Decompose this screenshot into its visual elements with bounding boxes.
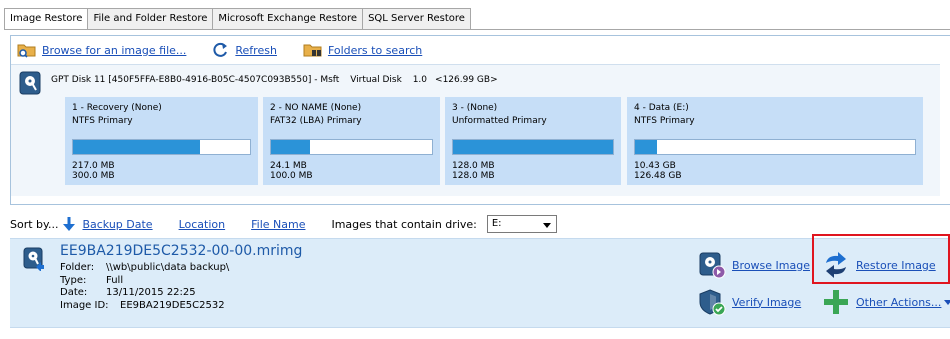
disk-name: GPT Disk 11 [450F5FFA-E8B0-4916-B05C-450… [51, 75, 340, 85]
type-value: Full [106, 274, 124, 286]
tab-file-folder-restore[interactable]: File and Folder Restore [88, 8, 214, 30]
refresh-button[interactable]: Refresh [212, 42, 277, 58]
partition-used: 24.1 MB [270, 161, 307, 171]
disk-version: 1.0 [412, 75, 428, 85]
chevron-down-icon [542, 223, 551, 228]
browse-image-link[interactable]: Browse Image [732, 259, 810, 272]
disk-header: GPT Disk 11 [450F5FFA-E8B0-4916-B05C-450… [51, 75, 506, 85]
partition-total: 126.48 GB [634, 171, 682, 181]
partition-total: 100.0 MB [270, 171, 313, 181]
image-filename: EE9BA219DE5C2532-00-00.mrimg [60, 243, 303, 259]
refresh-icon [213, 42, 228, 57]
partition-type: Unformatted Primary [452, 116, 547, 126]
image-id-label: Image ID: [60, 299, 109, 311]
partition-1[interactable]: 1 - Recovery (None) NTFS Primary 217.0 M… [65, 97, 258, 185]
sort-down-arrow-icon [63, 217, 76, 231]
partition-usage-bar [72, 139, 251, 155]
partition-title: 2 - NO NAME (None) [270, 103, 362, 113]
disk-size: <126.99 GB> [435, 75, 498, 85]
toolbar: Browse for an image file... Refresh Fold… [17, 40, 448, 60]
disk-panel: Browse for an image file... Refresh Fold… [10, 35, 950, 205]
partition-usage-bar [270, 139, 433, 155]
partition-title: 3 - (None) [452, 103, 498, 113]
date-label: Date: [60, 287, 88, 298]
partition-title: 1 - Recovery (None) [72, 103, 162, 113]
partition-type: NTFS Primary [72, 116, 133, 126]
type-label: Type: [60, 274, 87, 286]
other-actions-link[interactable]: Other Actions... [856, 296, 941, 309]
tab-sql-restore[interactable]: SQL Server Restore [363, 8, 471, 30]
folders-to-search-button[interactable]: Folders to search [303, 42, 422, 58]
drive-filter-label: Images that contain drive: [331, 217, 477, 231]
folders-binoculars-icon [303, 44, 322, 57]
other-actions-button[interactable]: Other Actions... [822, 288, 950, 316]
partition-2[interactable]: 2 - NO NAME (None) FAT32 (LBA) Primary 2… [263, 97, 440, 185]
tab-image-restore[interactable]: Image Restore [4, 8, 89, 30]
tab-exchange-restore[interactable]: Microsoft Exchange Restore [213, 8, 364, 30]
browse-image-file-button[interactable]: Browse for an image file... [17, 42, 186, 58]
partition-used: 217.0 MB [72, 161, 115, 171]
restore-image-highlight [812, 234, 950, 284]
partition-used: 128.0 MB [452, 161, 495, 171]
sort-by-label: Sort by... [10, 217, 59, 231]
partition-3[interactable]: 3 - (None) Unformatted Primary 128.0 MB … [445, 97, 621, 185]
sort-backup-date-link[interactable]: Backup Date [82, 218, 152, 231]
date-value: 13/11/2015 22:25 [106, 287, 196, 298]
folder-value: \\wb\public\data backup\ [106, 262, 230, 273]
partition-total: 128.0 MB [452, 171, 495, 181]
refresh-link[interactable]: Refresh [235, 44, 277, 57]
plus-icon [824, 290, 848, 314]
folder-label: Folder: [60, 262, 95, 273]
tab-strip: Image Restore File and Folder Restore Mi… [4, 8, 471, 30]
browse-image-icon [699, 252, 726, 279]
verify-shield-icon [699, 289, 726, 316]
image-file-icon [23, 247, 44, 271]
browse-image-button[interactable]: Browse Image [698, 251, 810, 279]
sort-location-link[interactable]: Location [179, 218, 226, 231]
hard-disk-icon [19, 71, 41, 95]
partition-usage-bar [452, 139, 614, 155]
image-details: Folder: \\wb\public\data backup\ Type: Ful… [60, 262, 229, 312]
partition-4[interactable]: 4 - Data (E:) NTFS Primary 10.43 GB 126.… [627, 97, 923, 185]
drive-select-value: E: [491, 218, 502, 229]
drive-select[interactable]: E: [486, 215, 557, 233]
disk-map: GPT Disk 11 [450F5FFA-E8B0-4916-B05C-450… [11, 64, 940, 196]
folders-to-search-link[interactable]: Folders to search [328, 44, 422, 57]
partition-total: 300.0 MB [72, 171, 115, 181]
partition-title: 4 - Data (E:) [634, 103, 689, 113]
verify-image-link[interactable]: Verify Image [732, 296, 801, 309]
partition-type: FAT32 (LBA) Primary [270, 116, 362, 126]
disk-type: Virtual Disk [350, 75, 402, 85]
folder-search-icon [17, 44, 36, 58]
partition-used: 10.43 GB [634, 161, 676, 171]
sort-file-name-link[interactable]: File Name [251, 218, 305, 231]
image-id-value: EE9BA219DE5C2532 [120, 299, 225, 311]
tab-divider [4, 29, 950, 30]
verify-image-button[interactable]: Verify Image [698, 288, 801, 316]
partition-usage-bar [634, 139, 916, 155]
sort-row: Sort by... Backup Date Location File Nam… [10, 214, 557, 234]
browse-image-file-link[interactable]: Browse for an image file... [42, 44, 186, 57]
chevron-down-icon[interactable] [944, 299, 950, 305]
partition-type: NTFS Primary [634, 116, 695, 126]
